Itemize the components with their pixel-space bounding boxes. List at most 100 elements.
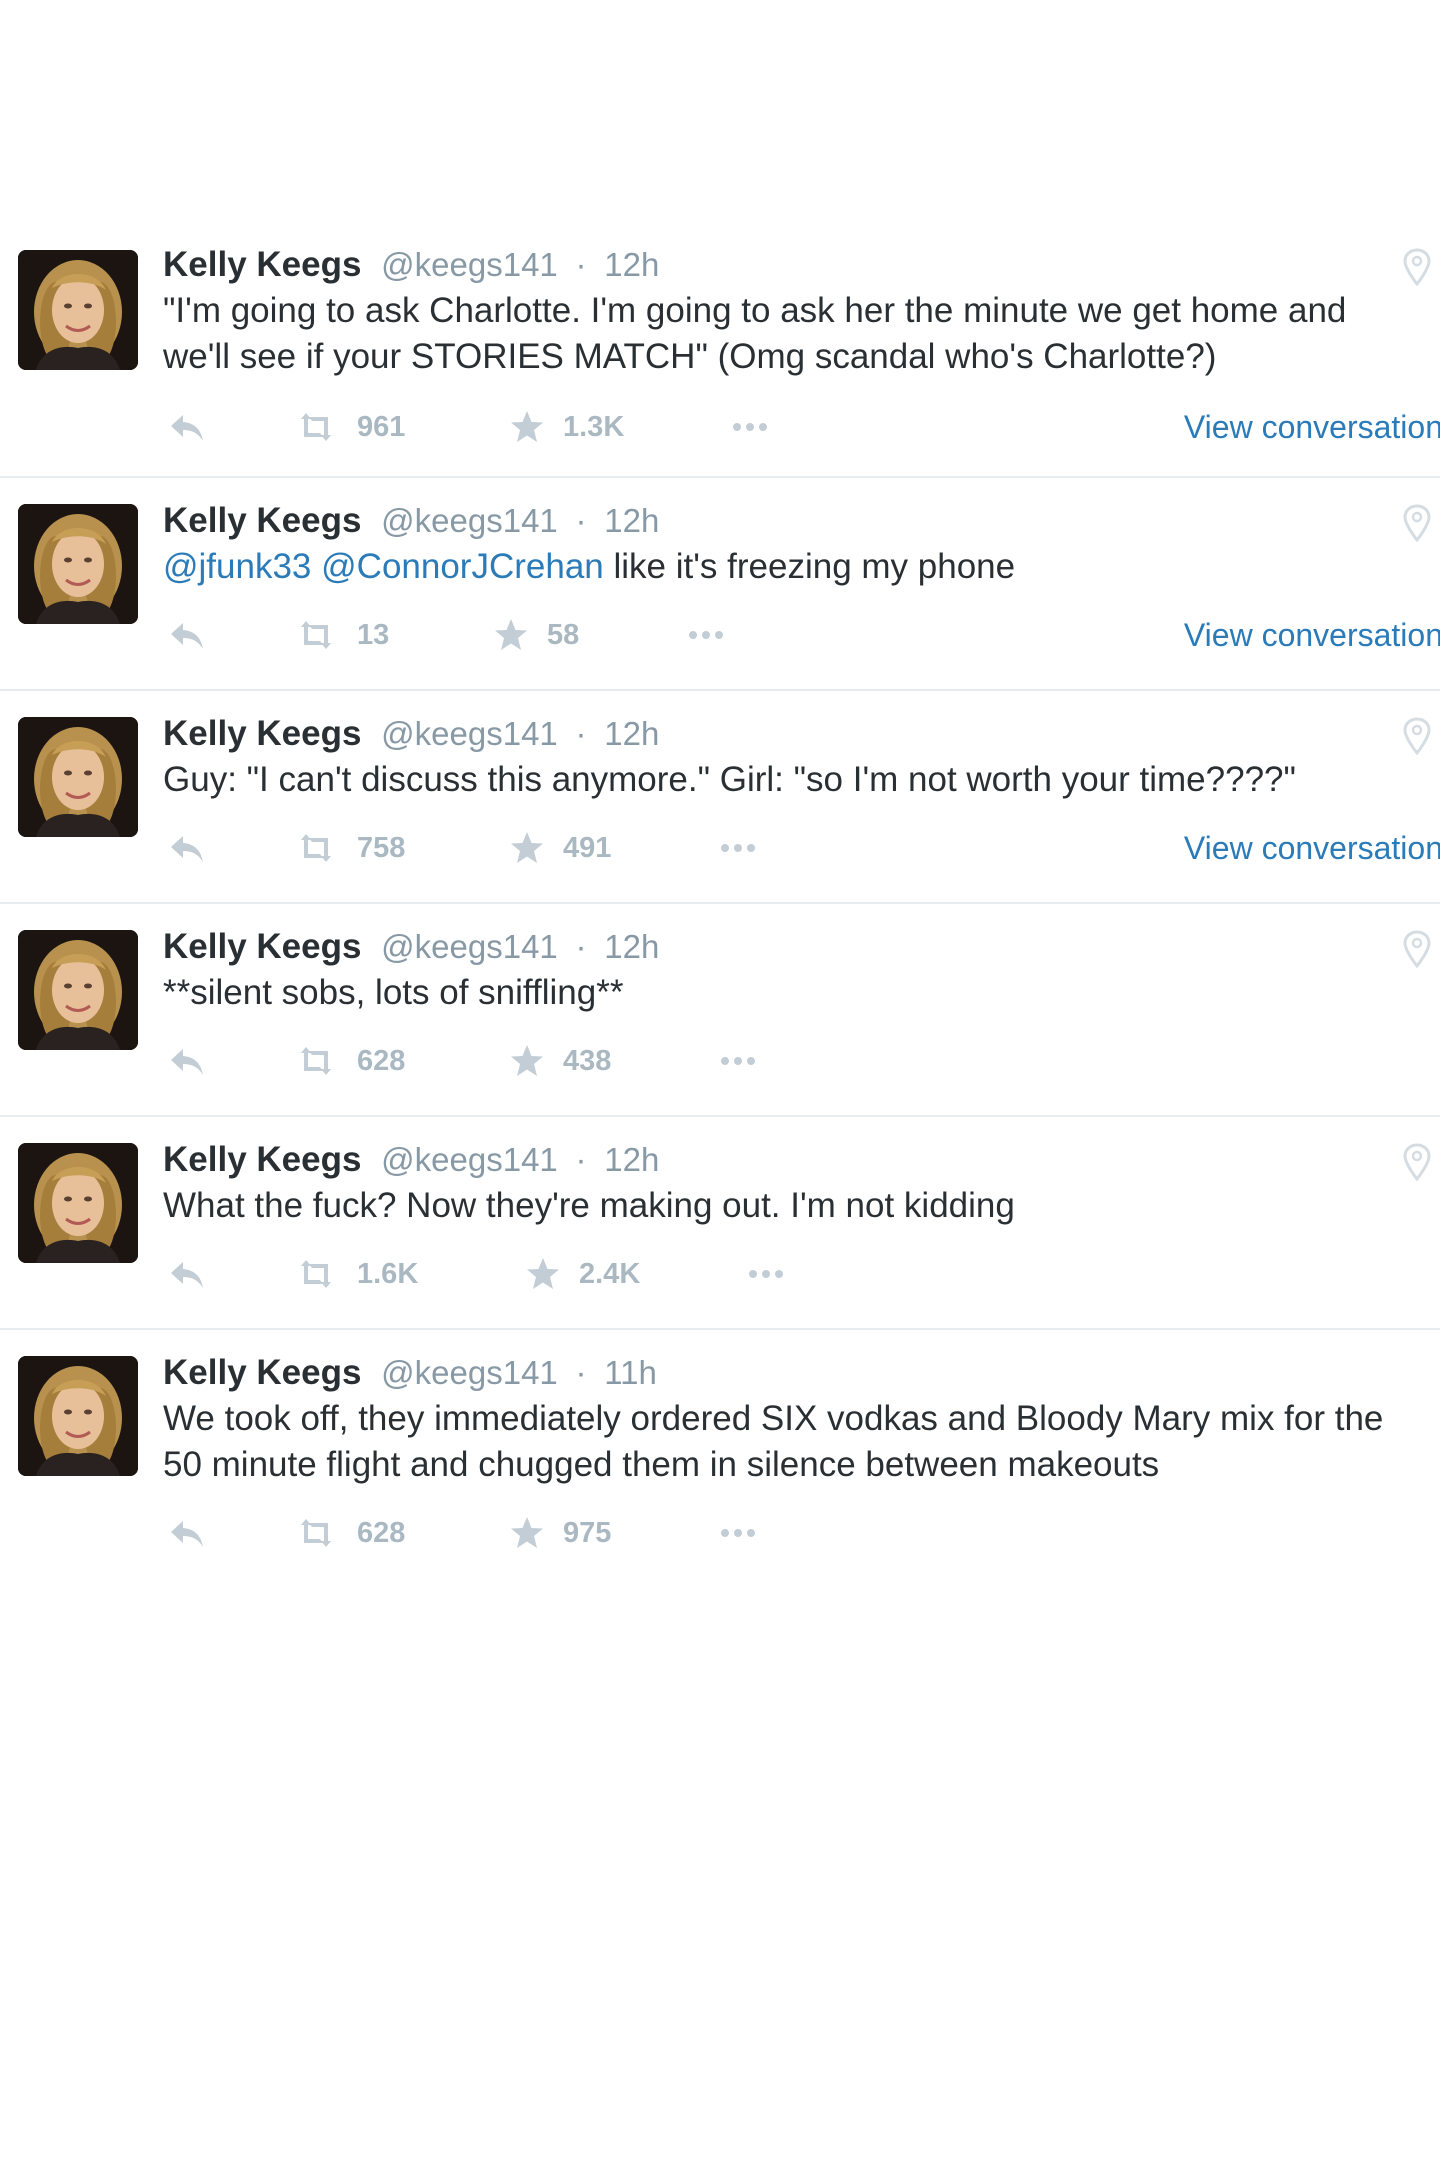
reply-button[interactable] (167, 1508, 207, 1558)
timestamp[interactable]: 12h (604, 928, 659, 965)
separator: · (575, 1141, 587, 1178)
location-pin-icon[interactable] (1403, 504, 1431, 542)
timestamp[interactable]: 12h (604, 246, 659, 283)
reply-button[interactable] (167, 1249, 207, 1299)
retweet-button[interactable]: 961 (295, 402, 405, 452)
separator: · (575, 502, 587, 539)
reply-icon (171, 415, 203, 441)
retweet-icon (301, 413, 331, 441)
view-conversation-link[interactable]: View conversation (1184, 610, 1440, 660)
tweet-actions: 628 438 (163, 1036, 1433, 1086)
tweet-actions: 758 491 View conversation (163, 823, 1440, 873)
favorite-count: 438 (563, 1044, 612, 1077)
retweet-button[interactable]: 13 (295, 610, 389, 660)
retweet-icon (301, 1260, 331, 1288)
timestamp[interactable]: 12h (604, 715, 659, 752)
tweet-header: Kelly Keegs @keegs141 · 12h (163, 499, 659, 543)
reply-icon (171, 1521, 203, 1547)
reply-button[interactable] (167, 823, 207, 873)
location-pin-icon[interactable] (1403, 930, 1431, 968)
author-handle[interactable]: @keegs141 (381, 715, 558, 752)
mention-link[interactable]: @ConnorJCrehan (321, 547, 604, 586)
tweet[interactable]: Kelly Keegs @keegs141 · 12h @jfunk33 @Co… (0, 478, 1440, 691)
author-name[interactable]: Kelly Keegs (163, 927, 361, 966)
favorite-count: 58 (547, 618, 580, 651)
tweet[interactable]: Kelly Keegs @keegs141 · 12h What the fuc… (0, 1117, 1440, 1330)
favorite-button[interactable]: 491 (509, 823, 611, 873)
reply-icon (171, 1262, 203, 1288)
more-button[interactable] (747, 1249, 787, 1299)
view-conversation-link[interactable]: View conversation (1184, 823, 1440, 873)
tweet[interactable]: Kelly Keegs @keegs141 · 12h Guy: "I can'… (0, 691, 1440, 904)
separator: · (575, 715, 587, 752)
timestamp[interactable]: 11h (604, 1354, 657, 1391)
retweet-icon (301, 621, 331, 649)
tweet-actions: 1.6K 2.4K (163, 1249, 1433, 1299)
tweet[interactable]: Kelly Keegs @keegs141 · 12h "I'm going t… (0, 240, 1440, 478)
retweet-count: 628 (357, 1516, 406, 1549)
retweet-icon (301, 1519, 331, 1547)
location-pin-icon[interactable] (1403, 717, 1431, 755)
favorite-button[interactable]: 58 (493, 610, 579, 660)
retweet-count: 961 (357, 410, 406, 443)
retweet-icon (301, 834, 331, 862)
retweet-count: 13 (357, 618, 390, 651)
author-name[interactable]: Kelly Keegs (163, 714, 361, 753)
mention-link[interactable]: @jfunk33 (163, 547, 311, 586)
retweet-count: 628 (357, 1044, 406, 1077)
author-name[interactable]: Kelly Keegs (163, 501, 361, 540)
more-button[interactable] (719, 1508, 759, 1558)
author-handle[interactable]: @keegs141 (381, 502, 558, 539)
tweet[interactable]: Kelly Keegs @keegs141 · 11h We took off,… (0, 1330, 1440, 1590)
retweet-button[interactable]: 758 (295, 823, 405, 873)
view-conversation-link[interactable]: View conversation (1184, 402, 1440, 452)
star-icon (511, 832, 543, 863)
tweet-text: What the fuck? Now they're making out. I… (163, 1186, 1015, 1225)
star-icon (511, 1045, 543, 1076)
avatar[interactable] (18, 1356, 138, 1476)
more-button[interactable] (731, 402, 771, 452)
tweet[interactable]: Kelly Keegs @keegs141 · 12h **silent sob… (0, 904, 1440, 1117)
timestamp[interactable]: 12h (604, 502, 659, 539)
author-handle[interactable]: @keegs141 (381, 928, 558, 965)
more-button[interactable] (687, 610, 727, 660)
author-name[interactable]: Kelly Keegs (163, 245, 361, 284)
location-pin-icon[interactable] (1403, 1143, 1431, 1181)
tweet-text: Guy: "I can't discuss this anymore." Gir… (163, 760, 1296, 799)
location-pin-icon[interactable] (1403, 248, 1431, 286)
reply-icon (171, 836, 203, 862)
author-handle[interactable]: @keegs141 (381, 1141, 558, 1178)
favorite-button[interactable]: 975 (509, 1508, 611, 1558)
tweet-text-body: like it's freezing my phone (613, 547, 1016, 586)
tweet-actions: 961 1.3K View conversation (163, 402, 1440, 452)
avatar[interactable] (18, 717, 138, 837)
retweet-button[interactable]: 628 (295, 1036, 405, 1086)
avatar[interactable] (18, 930, 138, 1050)
tweet-text: "I'm going to ask Charlotte. I'm going t… (163, 291, 1347, 376)
more-dots-icon (721, 1057, 755, 1065)
tweet-timeline: Kelly Keegs @keegs141 · 12h "I'm going t… (0, 240, 1440, 1590)
tweet-text: @jfunk33 @ConnorJCrehan like it's freezi… (163, 544, 1423, 590)
avatar[interactable] (18, 250, 138, 370)
more-button[interactable] (719, 823, 759, 873)
favorite-button[interactable]: 1.3K (509, 402, 624, 452)
author-handle[interactable]: @keegs141 (381, 1354, 558, 1391)
author-name[interactable]: Kelly Keegs (163, 1353, 361, 1392)
favorite-count: 1.3K (563, 410, 625, 443)
reply-button[interactable] (167, 610, 207, 660)
avatar[interactable] (18, 1143, 138, 1263)
reply-button[interactable] (167, 1036, 207, 1086)
retweet-button[interactable]: 628 (295, 1508, 405, 1558)
retweet-icon (301, 1047, 331, 1075)
author-name[interactable]: Kelly Keegs (163, 1140, 361, 1179)
reply-icon (171, 1049, 203, 1075)
author-handle[interactable]: @keegs141 (381, 246, 558, 283)
avatar[interactable] (18, 504, 138, 624)
favorite-button[interactable]: 438 (509, 1036, 611, 1086)
reply-button[interactable] (167, 402, 207, 452)
more-button[interactable] (719, 1036, 759, 1086)
retweet-button[interactable]: 1.6K (295, 1249, 418, 1299)
favorite-button[interactable]: 2.4K (525, 1249, 640, 1299)
favorite-count: 491 (563, 831, 612, 864)
timestamp[interactable]: 12h (604, 1141, 659, 1178)
